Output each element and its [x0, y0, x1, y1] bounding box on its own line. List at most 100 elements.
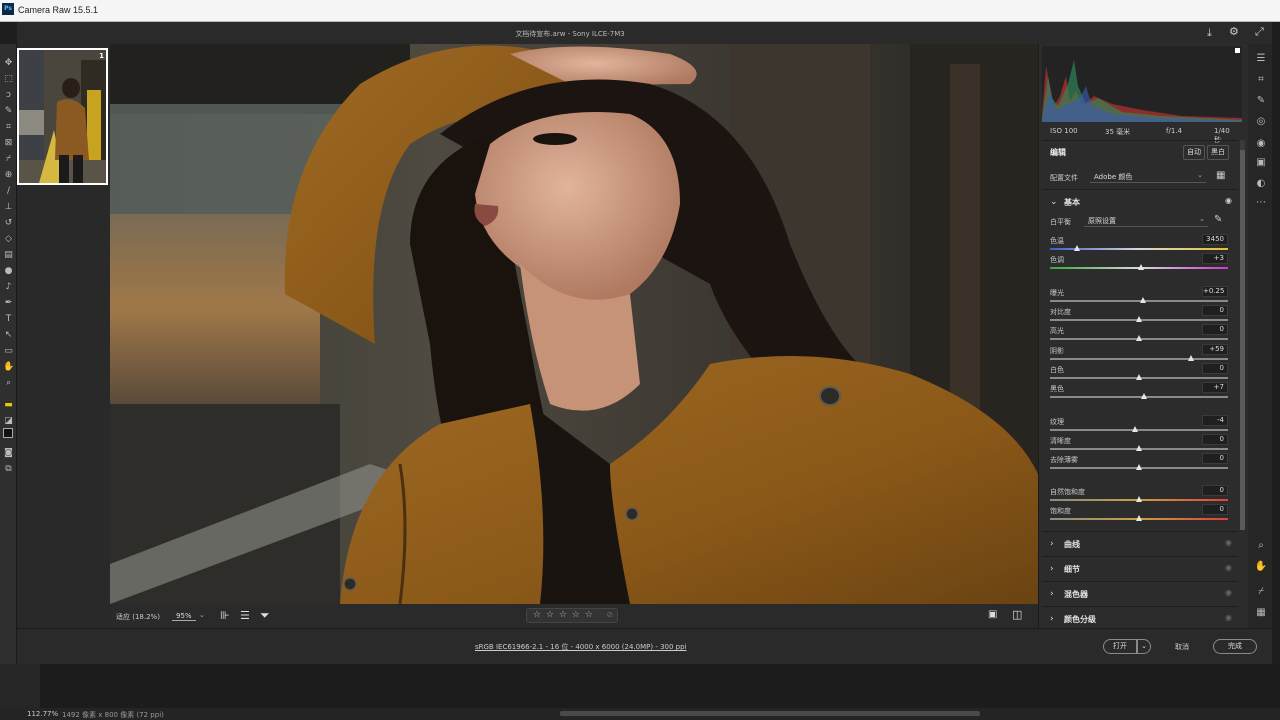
slider-value-input[interactable]: 0	[1202, 453, 1228, 464]
zoom-select[interactable]: 95%	[172, 612, 196, 621]
slider-thumb[interactable]	[1073, 245, 1080, 251]
slider-thumb[interactable]	[1136, 515, 1142, 521]
open-options-chevron-icon[interactable]: ⌄	[1137, 639, 1151, 654]
type-tool-icon[interactable]: T	[3, 314, 14, 325]
sort-icon[interactable]: ☰	[240, 609, 250, 622]
slider-track[interactable]	[1050, 396, 1228, 398]
slider-thumb[interactable]	[1141, 393, 1148, 399]
detail-section-header[interactable]: › 细节 ◉	[1042, 556, 1238, 580]
slider-row[interactable]: 去除薄雾 0	[1050, 453, 1228, 474]
zoom-tool-icon[interactable]: ⌕	[3, 378, 14, 389]
auto-button[interactable]: 自动	[1183, 145, 1205, 160]
hand-icon[interactable]: ✋	[1254, 560, 1268, 574]
slider-value-input[interactable]: 0	[1202, 305, 1228, 316]
image-thumbnail[interactable]: 1	[17, 48, 108, 185]
slider-value-input[interactable]: +3	[1202, 253, 1228, 264]
shape-tool-icon[interactable]: ▭	[3, 346, 14, 357]
slider-thumb[interactable]	[1139, 297, 1146, 303]
slider-value-input[interactable]: -4	[1202, 415, 1228, 426]
slider-thumb[interactable]	[1132, 426, 1139, 432]
pen-tool-icon[interactable]: ✒	[3, 298, 14, 309]
move-tool-icon[interactable]: ✥	[3, 58, 14, 69]
gear-icon[interactable]: ⚙	[1229, 25, 1239, 38]
profile-browser-icon[interactable]: ▦	[1216, 170, 1225, 181]
slider-thumb[interactable]	[1137, 264, 1144, 270]
open-button[interactable]: 打开	[1103, 639, 1137, 654]
healing-tool-icon[interactable]: ⊕	[3, 170, 14, 181]
workflow-options-link[interactable]: sRGB IEC61966-2.1 - 16 位 - 4000 x 6000 (…	[475, 642, 687, 652]
reject-icon[interactable]: ⊘	[606, 610, 613, 619]
eraser-tool-icon[interactable]: ◇	[3, 234, 14, 245]
slider-thumb[interactable]	[1136, 445, 1142, 451]
crop-tool-icon[interactable]: ⌗	[3, 122, 14, 133]
horizontal-scrollbar[interactable]	[560, 711, 980, 716]
slider-value-input[interactable]: 0	[1202, 324, 1228, 335]
slider-thumb[interactable]	[1136, 464, 1142, 470]
stamp-tool-icon[interactable]: ⊥	[3, 202, 14, 213]
slider-value-input[interactable]: 0	[1202, 434, 1228, 445]
frame-tool-icon[interactable]: ⊠	[3, 138, 14, 149]
color-grading-section-header[interactable]: › 颜色分级 ◉	[1042, 606, 1238, 628]
snapshots-icon[interactable]: ▣	[1254, 156, 1268, 170]
quick-select-tool-icon[interactable]: ✎	[3, 106, 14, 117]
fit-zoom-label[interactable]: 适应 (18.2%)	[116, 612, 160, 622]
slider-track[interactable]	[1050, 358, 1228, 360]
eye-icon[interactable]: ◉	[1225, 613, 1232, 622]
slider-value-input[interactable]: +7	[1202, 382, 1228, 393]
curve-section-header[interactable]: › 曲线 ◉	[1042, 531, 1238, 555]
zoom-level[interactable]: 112.77%	[27, 710, 58, 718]
default-colors-icon[interactable]: ◪	[3, 416, 14, 427]
fullscreen-icon[interactable]: ⤢	[1255, 25, 1264, 39]
edit-sliders-icon[interactable]: ☰	[1254, 52, 1268, 66]
gradient-tool-icon[interactable]: ▤	[3, 250, 14, 261]
dodge-tool-icon[interactable]: ♪	[3, 282, 14, 293]
slider-value-input[interactable]: +0.25	[1202, 286, 1228, 297]
slider-row[interactable]: 黑色 +7	[1050, 382, 1228, 403]
wb-eyedropper-icon[interactable]: ✎	[1214, 214, 1222, 225]
basic-section-header[interactable]: ⌄ 基本 ◉	[1042, 189, 1238, 213]
done-button[interactable]: 完成	[1213, 639, 1257, 654]
hand-tool-icon[interactable]: ✋	[3, 362, 14, 373]
rating-stars[interactable]: ☆ ☆ ☆ ☆ ☆	[533, 610, 594, 620]
filmstrip-toggle-icon[interactable]: ⊪	[220, 609, 230, 622]
slider-row[interactable]: 色调 +3	[1050, 253, 1228, 274]
grid-icon[interactable]: ▦	[1254, 606, 1268, 620]
before-after-icon[interactable]: ◫	[1012, 608, 1022, 621]
crop-icon[interactable]: ⌗	[1254, 73, 1268, 87]
slider-value-input[interactable]: 3450	[1202, 234, 1228, 245]
bw-button[interactable]: 黑白	[1207, 145, 1229, 160]
slider-thumb[interactable]	[1136, 316, 1142, 322]
color-sampler-icon[interactable]: ⌿	[1254, 585, 1268, 599]
quick-mask-icon[interactable]: ◙	[3, 448, 14, 459]
eye-icon[interactable]: ◉	[1225, 538, 1232, 547]
presets-icon[interactable]: ◐	[1254, 177, 1268, 191]
slider-value-input[interactable]: 0	[1202, 504, 1228, 515]
wb-select[interactable]: 原照设置 ⌄	[1084, 214, 1208, 227]
redeye-icon[interactable]: ◉	[1254, 137, 1268, 151]
slider-thumb[interactable]	[1187, 355, 1194, 361]
screen-mode-icon[interactable]: ⧉	[3, 464, 14, 475]
zoom-icon[interactable]: ⌕	[1254, 539, 1268, 553]
brush-tool-icon[interactable]: /	[3, 186, 14, 197]
mixer-section-header[interactable]: › 混色器 ◉	[1042, 581, 1238, 605]
slider-thumb[interactable]	[1136, 335, 1142, 341]
slider-row[interactable]: 饱和度 0	[1050, 504, 1228, 525]
foreground-color-swatch[interactable]	[3, 428, 13, 438]
healing-icon[interactable]: ✎	[1254, 94, 1268, 108]
eye-icon[interactable]: ◉	[1225, 588, 1232, 597]
cancel-button[interactable]: 取消	[1175, 642, 1189, 652]
more-icon[interactable]: ⋯	[1254, 196, 1268, 210]
edit-toolbar-icon[interactable]: ▬	[3, 400, 14, 411]
lasso-tool-icon[interactable]: ↄ	[3, 90, 14, 101]
eyedropper-tool-icon[interactable]: ⌿	[3, 154, 14, 165]
masking-icon[interactable]: ◎	[1254, 115, 1268, 129]
eye-icon[interactable]: ◉	[1225, 563, 1232, 572]
slider-thumb[interactable]	[1136, 496, 1142, 502]
slider-value-input[interactable]: +59	[1202, 344, 1228, 355]
profile-select[interactable]: Adobe 颜色 ⌄	[1090, 170, 1206, 183]
blur-tool-icon[interactable]: ●	[3, 266, 14, 277]
marquee-tool-icon[interactable]: ⬚	[3, 74, 14, 85]
slider-row[interactable]: 高光 0	[1050, 324, 1228, 345]
history-brush-tool-icon[interactable]: ↺	[3, 218, 14, 229]
slider-thumb[interactable]	[1136, 374, 1142, 380]
